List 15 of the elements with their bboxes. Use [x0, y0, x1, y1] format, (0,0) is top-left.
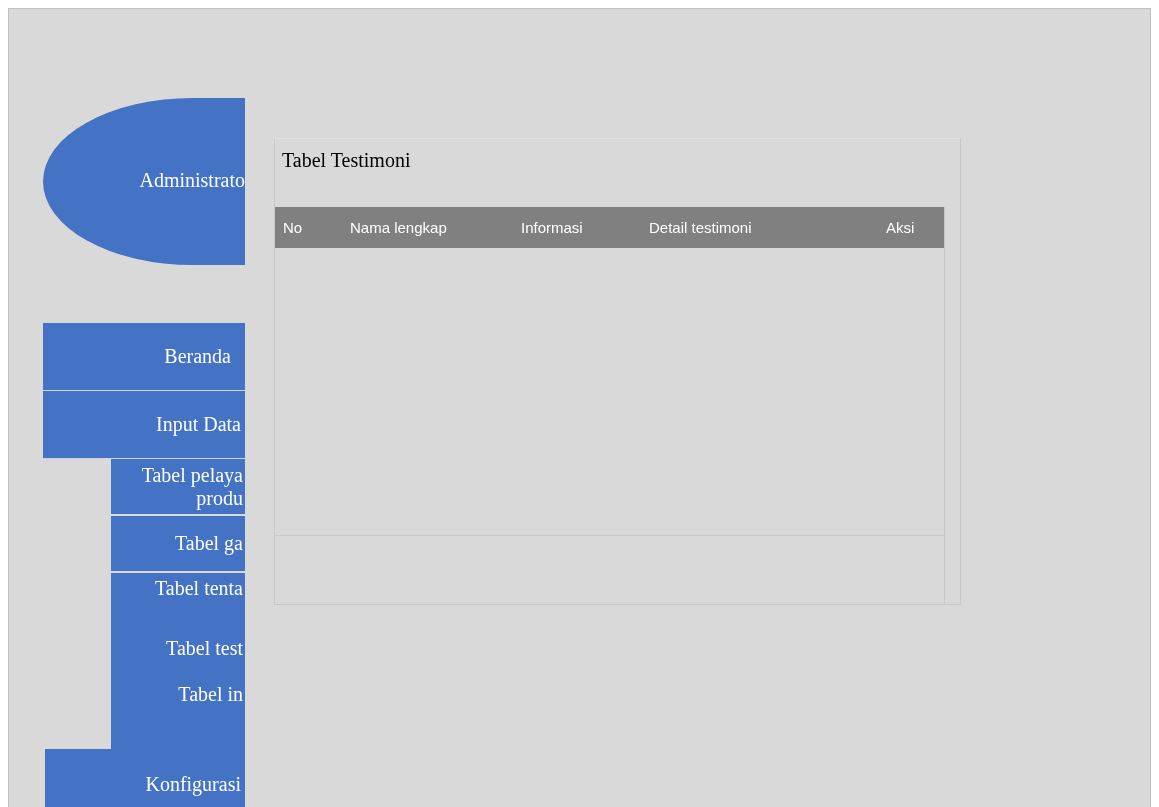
submenu-item[interactable]: Tabel pelaya produ [111, 463, 243, 510]
column-header: Informasi [520, 219, 583, 236]
submenu-item[interactable]: Tabel in [178, 683, 243, 705]
panel-title: Tabel Testimoni [281, 148, 411, 173]
role-label: Administrato [139, 169, 245, 193]
menu-item[interactable]: Konfigurasi [45, 749, 245, 807]
submenu-item[interactable]: Tabel tenta [155, 577, 243, 599]
column-header: Nama lengkap [349, 219, 447, 236]
menu-item[interactable]: Input Data [43, 391, 245, 459]
submenu-item[interactable]: Tabel test [166, 637, 243, 659]
submenu-item[interactable]: Tabel ga [175, 532, 243, 555]
column-header: Detail testimoni [648, 219, 752, 236]
column-header: No [282, 219, 303, 236]
column-header: Aksi [885, 219, 915, 236]
menu-item[interactable]: Beranda [43, 323, 245, 391]
